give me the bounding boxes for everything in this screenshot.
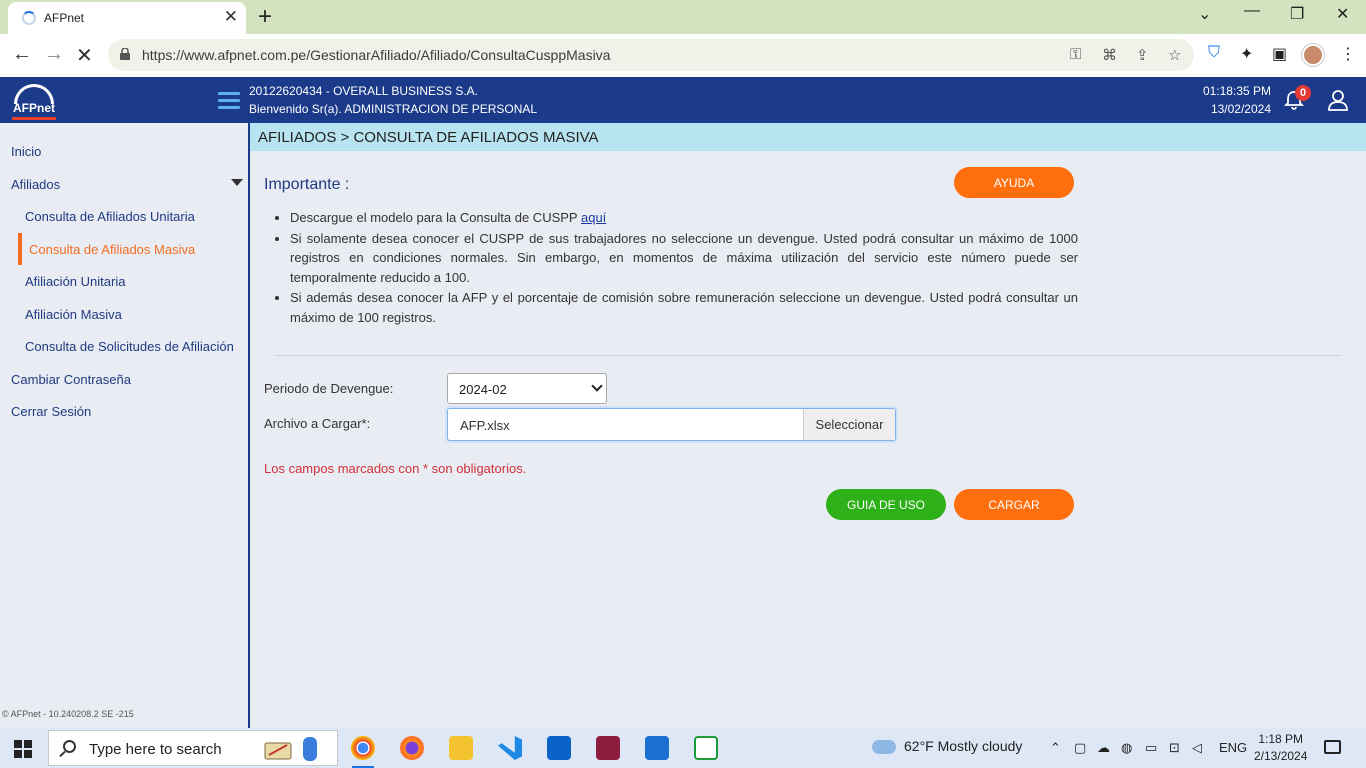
cargar-button[interactable]: CARGAR	[954, 489, 1074, 520]
window-close-button[interactable]: ✕	[1336, 4, 1349, 24]
sidebar-item-consulta-solicitudes[interactable]: Consulta de Solicitudes de Afiliación	[25, 339, 234, 354]
app-s-icon[interactable]	[645, 736, 669, 760]
volume-icon[interactable]: ◁	[1192, 740, 1202, 756]
hamburger-menu-icon[interactable]	[218, 92, 240, 110]
back-button[interactable]: ←	[12, 43, 32, 66]
sidebar-item-afiliacion-unitaria[interactable]: Afiliación Unitaria	[25, 274, 125, 289]
sidebar-item-consulta-unitaria[interactable]: Consulta de Afiliados Unitaria	[25, 209, 195, 224]
lock-icon	[120, 48, 130, 60]
search-placeholder: Type here to search	[89, 741, 222, 758]
ayuda-button[interactable]: AYUDA	[954, 167, 1074, 198]
cloud-icon	[872, 740, 896, 754]
profile-avatar[interactable]	[1302, 44, 1324, 66]
winrar-icon[interactable]	[596, 736, 620, 760]
chrome-icon[interactable]	[351, 736, 375, 760]
search-highlight-image-icon	[264, 737, 317, 761]
language-indicator[interactable]: ENG	[1219, 740, 1247, 755]
user-icon[interactable]	[1328, 89, 1348, 111]
list-item: Si solamente desea conocer el CUSPP de s…	[290, 229, 1078, 288]
sidebar-item-cerrar-sesion[interactable]: Cerrar Sesión	[11, 404, 91, 419]
sidebar-item-afiliados[interactable]: Afiliados	[11, 177, 60, 192]
notifications-icon[interactable]	[1324, 740, 1341, 754]
translate-icon[interactable]: ⌘	[1102, 46, 1117, 64]
instructions-list: Descargue el modelo para la Consulta de …	[290, 208, 1078, 328]
vscode-icon[interactable]	[498, 736, 522, 760]
sidebar-item-afiliacion-masiva[interactable]: Afiliación Masiva	[25, 307, 122, 322]
forward-button[interactable]: →	[44, 43, 64, 66]
sidebar-item-consulta-masiva[interactable]: Consulta de Afiliados Masiva	[29, 242, 195, 257]
bookmark-star-icon[interactable]: ☆	[1168, 46, 1181, 64]
tab-search-chevron-icon[interactable]: ⌄	[1198, 4, 1211, 24]
archivo-label: Archivo a Cargar*:	[264, 416, 371, 431]
afpnet-logo[interactable]: AFPnet	[10, 82, 58, 120]
sidebar: Inicio Afiliados Consulta de Afiliados U…	[0, 123, 250, 728]
tab-close-icon[interactable]: ✕	[224, 7, 238, 27]
url-text: https://www.afpnet.com.pe/GestionarAfili…	[142, 47, 611, 63]
importante-heading: Importante :	[264, 176, 350, 193]
sidebar-item-cambiar-contrasena[interactable]: Cambiar Contraseña	[11, 372, 131, 387]
show-hidden-icons-icon[interactable]: ⌃	[1050, 740, 1061, 756]
browser-tab[interactable]: AFPnet ✕	[8, 2, 246, 34]
network-icon[interactable]: ⊡	[1169, 740, 1180, 756]
browser-menu-icon[interactable]: ⋮	[1340, 44, 1356, 64]
periodo-value: 2024-02	[459, 382, 507, 397]
breadcrumb: AFILIADOS > CONSULTA DE AFILIADOS MASIVA	[250, 123, 1366, 151]
guia-de-uso-button[interactable]: GUIA DE USO	[826, 489, 946, 520]
taskbar-search-input[interactable]: Type here to search	[48, 730, 338, 766]
new-tab-button[interactable]: +	[258, 3, 272, 31]
header-date: 13/02/2024	[1210, 102, 1271, 116]
required-fields-note: Los campos marcados con * son obligatori…	[264, 461, 527, 476]
onedrive-cloud-icon[interactable]: ☁	[1097, 740, 1110, 756]
stop-loading-button[interactable]: ✕	[76, 43, 93, 68]
taskbar-time: 1:18 PM	[1258, 732, 1304, 746]
battery-icon[interactable]: ▭	[1145, 740, 1157, 756]
search-icon	[63, 740, 76, 753]
meet-now-icon[interactable]: ▢	[1074, 740, 1086, 756]
extensions-puzzle-icon[interactable]: ✦	[1240, 44, 1253, 64]
browser-tabstrip: AFPnet ✕ + ⌄ — ❐ ✕	[0, 0, 1366, 34]
extension-shield-icon[interactable]: ⛉	[1208, 44, 1220, 62]
taskbar-date: 2/13/2024	[1254, 749, 1308, 763]
caret-down-icon[interactable]	[231, 179, 243, 186]
chevron-down-icon	[591, 380, 603, 392]
section-divider	[274, 355, 1342, 356]
seleccionar-button[interactable]: Seleccionar	[803, 409, 895, 440]
address-bar[interactable]: https://www.afpnet.com.pe/GestionarAfili…	[108, 39, 1194, 71]
file-name: AFP.xlsx	[460, 418, 510, 433]
app-header: AFPnet 20122620434 - OVERALL BUSINESS S.…	[0, 77, 1366, 123]
key-icon[interactable]: ⚿	[1070, 46, 1081, 63]
list-item: Si además desea conocer la AFP y el porc…	[290, 288, 1078, 327]
file-input[interactable]: AFP.xlsx Seleccionar	[447, 408, 896, 441]
periodo-label: Periodo de Devengue:	[264, 381, 394, 396]
firefox-icon[interactable]	[400, 736, 424, 760]
list-item: Descargue el modelo para la Consulta de …	[290, 208, 1078, 228]
windows-start-icon[interactable]	[14, 740, 32, 758]
sidebar-item-inicio[interactable]: Inicio	[11, 144, 41, 159]
side-panel-icon[interactable]: ▣	[1272, 44, 1287, 64]
download-model-link[interactable]: aquí	[581, 210, 606, 225]
active-item-indicator	[18, 233, 22, 265]
welcome-text: Bienvenido Sr(a). ADMINISTRACION DE PERS…	[249, 102, 538, 116]
minimize-button[interactable]: —	[1244, 2, 1260, 20]
restore-button[interactable]: ❐	[1290, 4, 1304, 24]
file-explorer-icon[interactable]	[449, 736, 473, 760]
version-text: © AFPnet - 10.240208.2 SE -215	[2, 709, 134, 719]
windows-taskbar: Type here to search 62°F Mostly cloudy ⌃…	[0, 728, 1366, 768]
company-name: 20122620434 - OVERALL BUSINESS S.A.	[249, 84, 479, 98]
taskbar-clock[interactable]: 1:18 PM 2/13/2024	[1254, 731, 1307, 765]
weather-text: 62°F Mostly cloudy	[904, 738, 1023, 754]
browser-toolbar: ← → ✕ https://www.afpnet.com.pe/Gestiona…	[0, 34, 1366, 77]
sync-icon[interactable]: ◍	[1121, 740, 1132, 756]
outlook-icon[interactable]	[547, 736, 571, 760]
periodo-select[interactable]: 2024-02	[447, 373, 607, 404]
main-content: AFILIADOS > CONSULTA DE AFILIADOS MASIVA…	[250, 123, 1366, 728]
tab-title: AFPnet	[44, 11, 85, 25]
breadcrumb-text: AFILIADOS > CONSULTA DE AFILIADOS MASIVA	[258, 129, 599, 146]
header-time: 01:18:35 PM	[1202, 84, 1271, 98]
loading-spinner-icon	[22, 11, 36, 25]
share-icon[interactable]: ⇪	[1136, 46, 1149, 64]
media-player-icon[interactable]	[694, 736, 718, 760]
header-clock: 01:18:35 PM 13/02/2024	[1203, 82, 1271, 118]
notification-badge: 0	[1295, 85, 1311, 101]
